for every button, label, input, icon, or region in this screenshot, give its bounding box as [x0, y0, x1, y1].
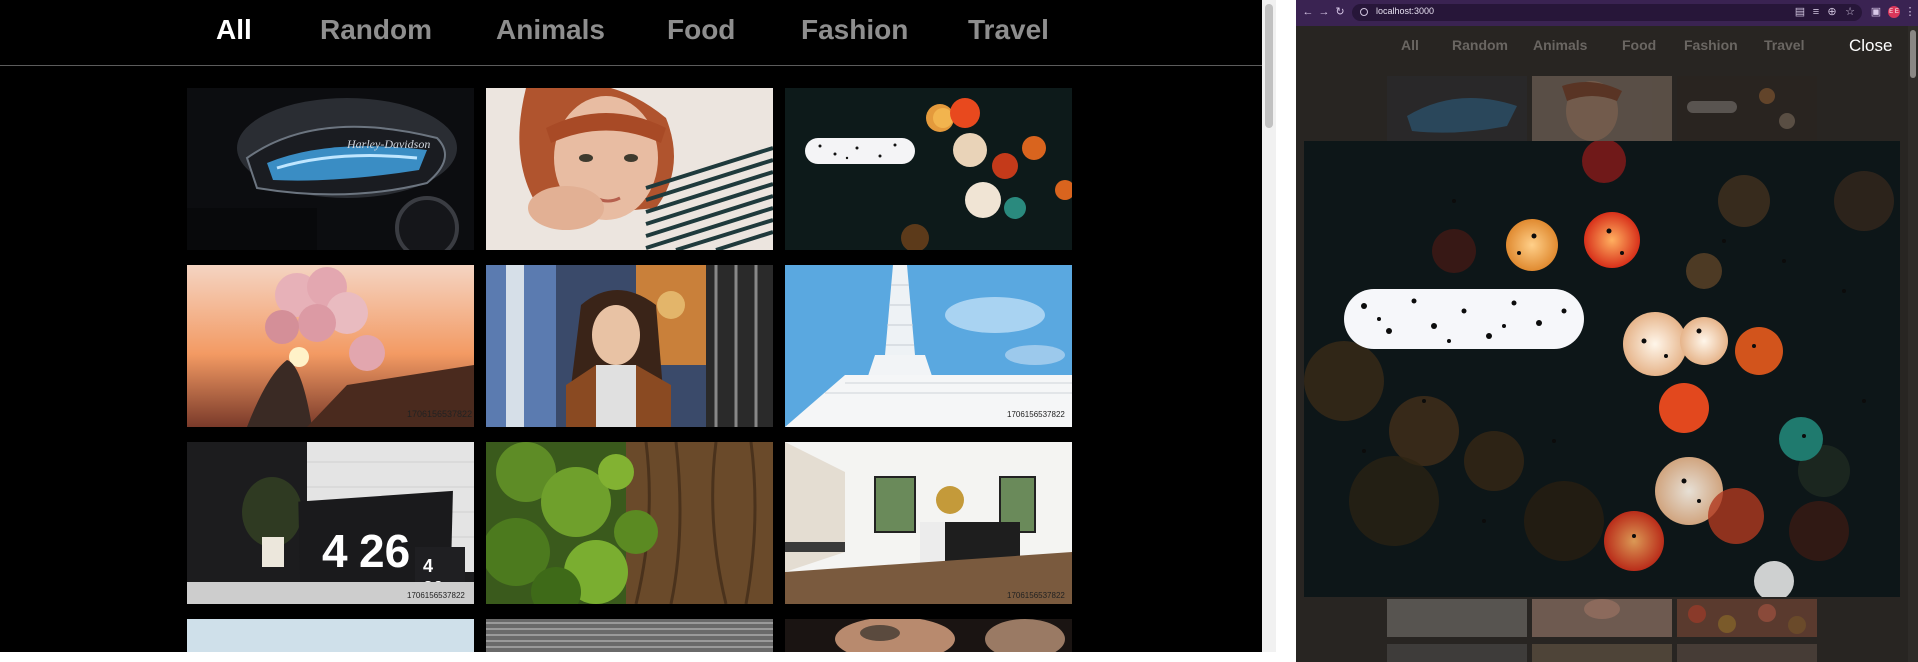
svg-text:4: 4 [423, 556, 433, 576]
nav-item-animals[interactable]: Animals [496, 14, 605, 46]
browser-scrollbar-thumb[interactable] [1910, 30, 1916, 78]
portrait-woman-image [486, 88, 773, 250]
photo-tower-sky[interactable]: 1706156537822 [785, 265, 1072, 427]
close-button[interactable]: Close [1849, 36, 1892, 56]
gallery-page: All Random Animals Food Fashion Travel H… [0, 0, 1262, 652]
photo-timestamp: 1706156537822 [1007, 410, 1065, 419]
photo-moss-tree[interactable] [486, 442, 773, 604]
photo-grey-stripes[interactable] [486, 619, 773, 652]
bottom-strip [0, 652, 1276, 662]
category-nav: All Random Animals Food Fashion Travel [0, 0, 1262, 66]
browser-scrollbar[interactable] [1908, 26, 1918, 662]
sunset-balloons-image: 1706156537822 [187, 265, 474, 427]
browser-window: ← → ↻ localhost:3000 ▤ ≡ ⊕ ☆ ▣ E E ⋮ All… [1296, 0, 1918, 662]
address-bar[interactable]: localhost:3000 ▤ ≡ ⊕ ☆ [1352, 4, 1862, 21]
url-text: localhost:3000 [1376, 6, 1435, 16]
photo-kitchen[interactable]: 1706156537822 [785, 442, 1072, 604]
menu-icon[interactable]: ⋮ [1902, 4, 1918, 20]
nav-item-all[interactable]: All [216, 14, 252, 46]
page-scrollbar[interactable] [1262, 0, 1276, 652]
dim-thumb-flowers [1677, 599, 1817, 637]
dim-nav-fashion: Fashion [1684, 37, 1738, 53]
tattoo-hand-image [785, 619, 1072, 652]
kitchen-image: 1706156537822 [785, 442, 1072, 604]
nav-item-random[interactable]: Random [320, 14, 432, 46]
photo-timestamp: 1706156537822 [1007, 591, 1065, 600]
graffiti-girl-image [486, 265, 773, 427]
photo-laptop-clock[interactable]: 4 26 4 26 1706156537822 [187, 442, 474, 604]
dim-thumb-4 [1387, 644, 1527, 662]
svg-text:Harley-Davidson: Harley-Davidson [346, 137, 430, 151]
extensions-icon[interactable]: ▣ [1868, 4, 1884, 20]
light-blue-image [187, 619, 474, 652]
back-icon[interactable]: ← [1300, 4, 1316, 20]
dim-nav-food: Food [1622, 37, 1657, 53]
photo-timestamp: 1706156537822 [407, 409, 472, 419]
photo-tattoo-hand[interactable] [785, 619, 1072, 652]
zoom-icon[interactable]: ⊕ [1824, 4, 1840, 20]
nav-item-fashion[interactable]: Fashion [801, 14, 908, 46]
bokeh-large-image [1304, 141, 1900, 597]
scrollbar-thumb[interactable] [1265, 4, 1273, 128]
tower-sky-image: 1706156537822 [785, 265, 1072, 427]
lightbox-image-bokeh[interactable] [1304, 141, 1900, 597]
photo-timestamp: 1706156537822 [407, 591, 465, 600]
photo-bokeh-rain[interactable] [785, 88, 1072, 250]
svg-text:26: 26 [359, 525, 410, 577]
dim-nav-random: Random [1452, 37, 1508, 53]
site-info-icon[interactable] [1360, 8, 1368, 16]
motorcycle-image: Harley-Davidson [187, 88, 474, 250]
cast-icon[interactable]: ▤ [1792, 4, 1808, 20]
profile-avatar[interactable]: E E [1888, 6, 1900, 18]
dim-thumb-5 [1532, 644, 1672, 662]
dim-thumb-sky [1387, 599, 1527, 637]
photo-portrait-woman[interactable] [486, 88, 773, 250]
photo-graffiti-girl[interactable] [486, 265, 773, 427]
dim-nav-animals: Animals [1533, 37, 1588, 53]
dim-thumb-bokeh [1677, 76, 1817, 141]
dim-nav-travel: Travel [1764, 37, 1805, 53]
laptop-clock-image: 4 26 4 26 1706156537822 [187, 442, 474, 604]
bookmark-star-icon[interactable]: ☆ [1842, 4, 1858, 20]
translate-icon[interactable]: ≡ [1808, 4, 1824, 20]
dim-thumb-6 [1677, 644, 1817, 662]
reload-icon[interactable]: ↻ [1332, 4, 1348, 20]
photo-sunset-balloons[interactable]: 1706156537822 [187, 265, 474, 427]
photo-light-blue[interactable] [187, 619, 474, 652]
nav-item-food[interactable]: Food [667, 14, 735, 46]
nav-item-travel[interactable]: Travel [968, 14, 1049, 46]
dim-thumb-portrait [1532, 76, 1672, 141]
svg-text:4: 4 [322, 525, 348, 577]
dim-thumb-motorcycle [1387, 76, 1527, 141]
moss-tree-image [486, 442, 773, 604]
dim-thumb-woman [1532, 599, 1672, 637]
forward-icon[interactable]: → [1316, 4, 1332, 20]
grey-stripes-image [486, 619, 773, 652]
photo-motorcycle[interactable]: Harley-Davidson [187, 88, 474, 250]
dim-nav-all: All [1401, 37, 1419, 53]
bokeh-image [785, 88, 1072, 250]
browser-toolbar: ← → ↻ localhost:3000 ▤ ≡ ⊕ ☆ ▣ E E ⋮ [1296, 0, 1918, 26]
